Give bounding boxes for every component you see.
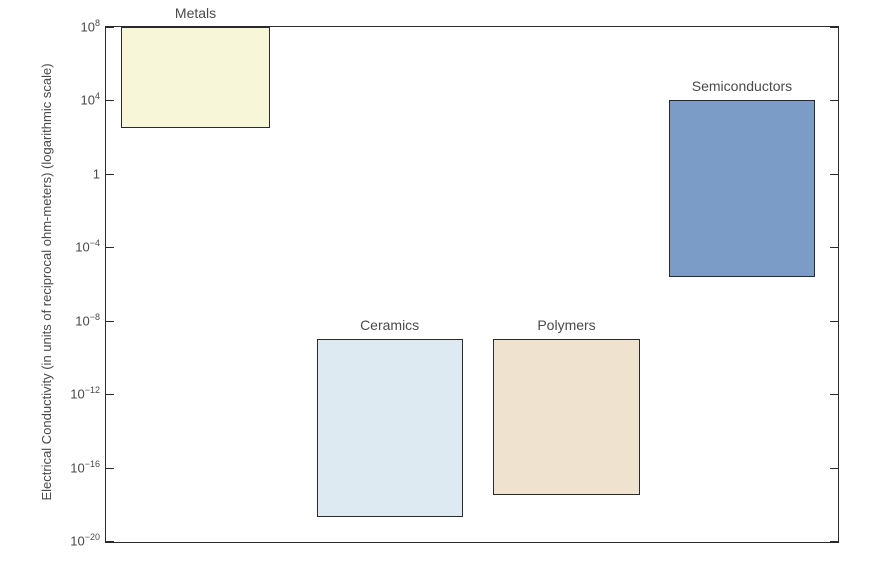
y-tick-label: 10−12 bbox=[70, 387, 106, 402]
range-block-metals bbox=[121, 27, 271, 128]
y-tick-label: 10−8 bbox=[75, 313, 106, 328]
y-tick bbox=[106, 174, 114, 175]
y-tick bbox=[106, 468, 114, 469]
y-tick bbox=[830, 100, 838, 101]
y-tick bbox=[830, 247, 838, 248]
y-tick bbox=[106, 541, 114, 542]
y-tick bbox=[106, 321, 114, 322]
y-tick bbox=[106, 247, 114, 248]
y-tick bbox=[830, 468, 838, 469]
range-block-semiconductors bbox=[669, 100, 815, 276]
y-tick bbox=[830, 174, 838, 175]
y-tick-label: 1 bbox=[93, 166, 106, 181]
y-tick-label: 10−16 bbox=[70, 460, 106, 475]
block-label-ceramics: Ceramics bbox=[360, 317, 419, 333]
y-tick-label: 104 bbox=[81, 93, 106, 108]
block-label-metals: Metals bbox=[175, 5, 216, 21]
plot-area: 108104110−410−810−1210−1610−20MetalsCera… bbox=[105, 26, 839, 543]
y-tick bbox=[106, 394, 114, 395]
y-tick bbox=[830, 27, 838, 28]
y-tick bbox=[106, 27, 114, 28]
y-tick-label: 10−4 bbox=[75, 240, 106, 255]
y-tick bbox=[830, 321, 838, 322]
y-tick-label: 108 bbox=[81, 20, 106, 35]
y-tick bbox=[830, 394, 838, 395]
y-tick bbox=[106, 100, 114, 101]
y-tick-label: 10−20 bbox=[70, 534, 106, 549]
range-block-ceramics bbox=[317, 339, 463, 517]
range-block-polymers bbox=[493, 339, 639, 495]
block-label-polymers: Polymers bbox=[537, 317, 595, 333]
y-tick bbox=[830, 541, 838, 542]
block-label-semiconductors: Semiconductors bbox=[692, 78, 792, 94]
chart-container: Electrical Conductivity (in units of rec… bbox=[0, 0, 869, 563]
y-axis-label: Electrical Conductivity (in units of rec… bbox=[39, 63, 54, 500]
